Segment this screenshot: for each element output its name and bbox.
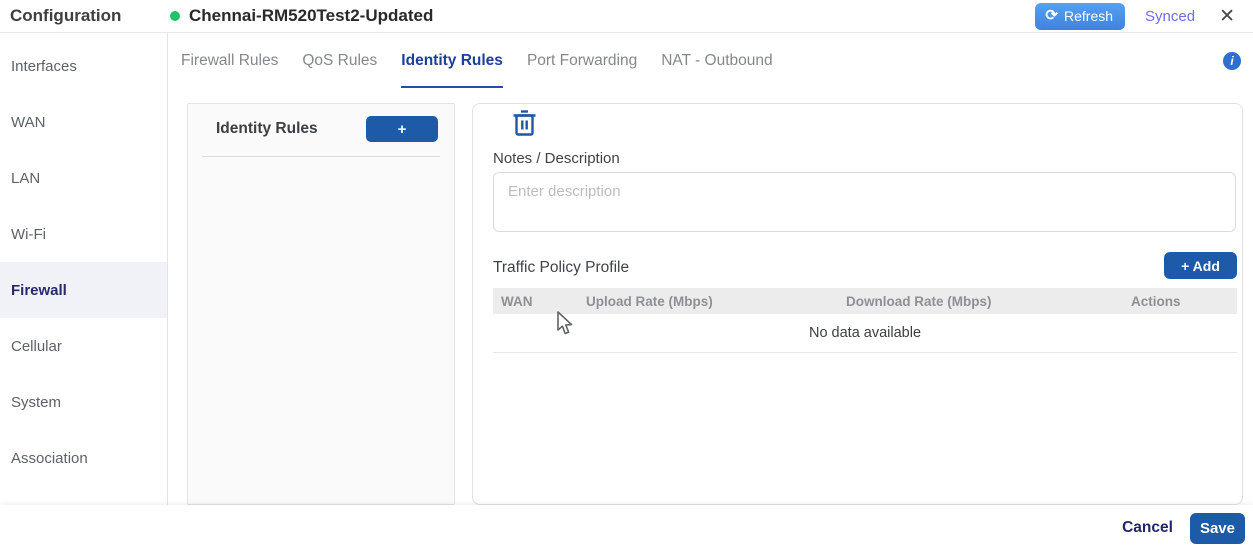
notes-description-label: Notes / Description	[493, 150, 620, 167]
table-header-row: WAN Upload Rate (Mbps) Download Rate (Mb…	[493, 288, 1237, 314]
traffic-policy-profile-title: Traffic Policy Profile	[493, 259, 629, 277]
sidebar-item-wifi[interactable]: Wi-Fi	[0, 206, 167, 262]
divider	[202, 156, 440, 157]
trash-icon	[513, 110, 536, 137]
tab-firewall-rules[interactable]: Firewall Rules	[181, 33, 278, 88]
sidebar-item-system[interactable]: System	[0, 374, 167, 430]
tab-qos-rules[interactable]: QoS Rules	[302, 33, 377, 88]
refresh-label: Refresh	[1064, 8, 1113, 24]
refresh-button[interactable]: ⟳ Refresh	[1035, 3, 1125, 30]
cancel-button[interactable]: Cancel	[1122, 519, 1173, 537]
identity-rule-detail-panel: Notes / Description Traffic Policy Profi…	[472, 103, 1243, 505]
rules-panel-title: Identity Rules	[216, 120, 318, 138]
notes-description-input[interactable]	[493, 172, 1236, 232]
sidebar-item-interfaces[interactable]: Interfaces	[0, 38, 167, 94]
traffic-policy-table: WAN Upload Rate (Mbps) Download Rate (Mb…	[493, 288, 1237, 353]
save-button[interactable]: Save	[1190, 513, 1245, 544]
info-icon[interactable]: i	[1223, 52, 1241, 70]
sidebar-item-association[interactable]: Association	[0, 430, 167, 486]
tab-identity-rules[interactable]: Identity Rules	[401, 33, 503, 88]
close-icon[interactable]: ✕	[1215, 5, 1239, 28]
sync-status-badge: Synced	[1145, 8, 1195, 25]
footer: Cancel Save	[0, 505, 1253, 551]
sidebar-item-wan[interactable]: WAN	[0, 94, 167, 150]
add-identity-rule-button[interactable]: +	[366, 116, 438, 142]
table-empty-row: No data available	[493, 314, 1237, 353]
sidebar: Interfaces WAN LAN Wi-Fi Firewall Cellul…	[0, 33, 168, 505]
column-header-upload-rate: Upload Rate (Mbps)	[578, 294, 838, 309]
tab-port-forwarding[interactable]: Port Forwarding	[527, 33, 637, 88]
column-header-wan: WAN	[493, 294, 578, 309]
tab-nat-outbound[interactable]: NAT - Outbound	[661, 33, 772, 88]
add-traffic-policy-button[interactable]: + Add	[1164, 252, 1237, 279]
column-header-actions: Actions	[1123, 294, 1237, 309]
tab-bar: Firewall Rules QoS Rules Identity Rules …	[168, 33, 1253, 88]
device-name: Chennai-RM520Test2-Updated	[189, 6, 433, 26]
identity-rules-list-panel: Identity Rules +	[187, 103, 455, 505]
sidebar-item-firewall[interactable]: Firewall	[0, 262, 167, 318]
online-status-dot	[170, 11, 180, 21]
column-header-download-rate: Download Rate (Mbps)	[838, 294, 1123, 309]
page-title: Configuration	[10, 6, 170, 26]
sidebar-item-cellular[interactable]: Cellular	[0, 318, 167, 374]
delete-rule-button[interactable]	[511, 108, 538, 142]
refresh-icon: ⟳	[1045, 8, 1058, 23]
header: Configuration Chennai-RM520Test2-Updated…	[0, 0, 1253, 33]
sidebar-item-lan[interactable]: LAN	[0, 150, 167, 206]
